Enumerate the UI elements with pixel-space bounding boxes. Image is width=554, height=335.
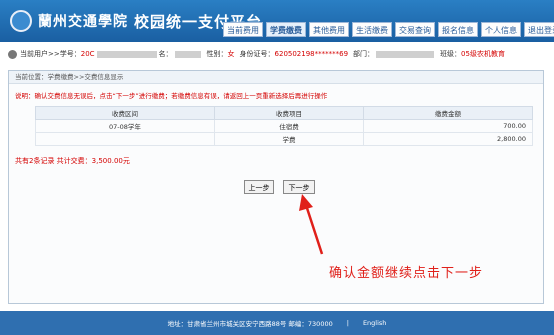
- item-cell: 住宿费: [213, 119, 365, 133]
- school-name: 蘭州交通學院: [38, 14, 128, 30]
- user-label: 当前用户>>学号：: [20, 50, 81, 58]
- footer-address: 地址：甘肃省兰州市城关区安宁西路88号 邮编：730000: [167, 320, 333, 328]
- student-id: 20C: [80, 50, 95, 58]
- school-seal-icon: [10, 10, 32, 32]
- nav-registration[interactable]: 报名信息: [438, 22, 478, 37]
- class-value: 05级农机教育: [461, 50, 505, 58]
- period-cell: [35, 132, 215, 146]
- nav-other-fees[interactable]: 其他费用: [309, 22, 349, 37]
- nav-living-fees[interactable]: 生活缴费: [352, 22, 392, 37]
- class-label: 班级：: [440, 50, 462, 58]
- idcard-label: 身份证号：: [239, 50, 275, 58]
- next-step-button[interactable]: 下一步: [283, 180, 315, 194]
- nav-current-fees[interactable]: 当前费用: [223, 22, 263, 37]
- col-amount: 缴费金额: [363, 106, 533, 120]
- english-link[interactable]: English: [363, 319, 386, 327]
- redacted-dept: [376, 50, 435, 58]
- header-banner: 蘭州交通學院 校园统一支付平台 当前费用 学费缴费 其他费用 生活缴费 交易查询…: [0, 0, 554, 42]
- col-item: 收费项目: [213, 106, 365, 120]
- fee-table: 收费区间 收费项目 缴费金额 07-08学年 住宿费 700.00 学费 2,8…: [35, 106, 533, 146]
- footer-separator: |: [346, 319, 349, 327]
- item-cell: 学费: [213, 132, 365, 146]
- nav-transactions[interactable]: 交易查询: [395, 22, 435, 37]
- period-cell: 07-08学年: [35, 119, 215, 133]
- annotation-text: 确认金额继续点击下一步: [329, 266, 484, 281]
- nav-logout[interactable]: 退出登录: [524, 22, 554, 37]
- main-nav: 当前费用 学费缴费 其他费用 生活缴费 交易查询 报名信息 个人信息 退出登录: [223, 22, 554, 37]
- total-summary: 共有2条记录 共计交费：3,500.00元: [15, 157, 130, 165]
- user-icon: [8, 49, 17, 59]
- redacted-name: [174, 50, 201, 58]
- nav-tuition[interactable]: 学费缴费: [266, 22, 306, 37]
- instruction-text: 说明：确认交费信息无误后，点击“下一步”进行缴费；若缴费信息有误，请返回上一页重…: [15, 92, 328, 100]
- gender-value: 女: [227, 50, 235, 58]
- name-label: 名：: [158, 50, 173, 58]
- prev-step-button[interactable]: 上一步: [244, 180, 274, 194]
- table-row: 07-08学年 住宿费 700.00: [35, 119, 533, 133]
- gender-label: 性别：: [206, 50, 228, 58]
- user-info-bar: 当前用户>>学号： 20C 名： 性别： 女 身份证号： 620502198**…: [8, 46, 546, 62]
- idcard-value: 620502198*******69: [274, 50, 349, 58]
- col-period: 收费区间: [35, 106, 215, 120]
- redacted-block: [96, 50, 157, 58]
- nav-personal[interactable]: 个人信息: [481, 22, 521, 37]
- footer: 地址：甘肃省兰州市城关区安宁西路88号 邮编：730000 | English: [0, 311, 554, 335]
- amount-cell: 700.00: [363, 119, 533, 133]
- breadcrumb: 当前位置：学费缴费>>交费信息显示: [9, 71, 543, 84]
- amount-cell: 2,800.00: [363, 132, 533, 146]
- dept-label: 部门：: [353, 50, 375, 58]
- table-row: 学费 2,800.00: [35, 132, 533, 146]
